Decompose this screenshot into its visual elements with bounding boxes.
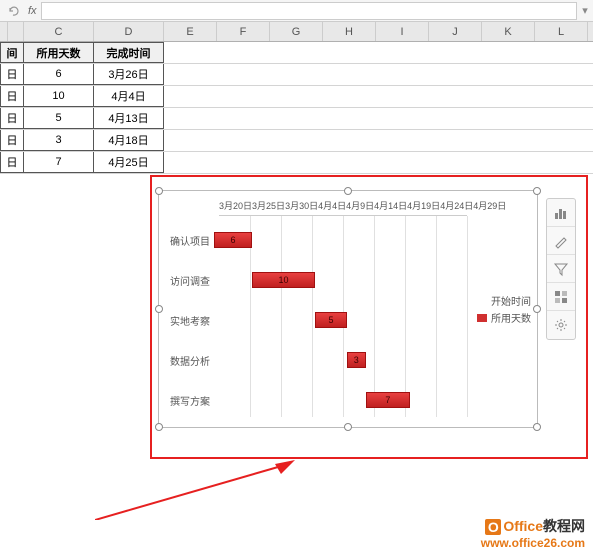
col-header-j[interactable]: J [429,22,482,41]
chart-row: 撰写方案 7 [164,382,467,418]
col-header-k[interactable]: K [482,22,535,41]
chart-type-icon[interactable] [547,283,575,311]
col-header-g[interactable]: G [270,22,323,41]
chart-legend[interactable]: 开始时间 所用天数 [477,291,531,327]
chart-bar[interactable]: 5 [315,312,347,328]
col-header-l[interactable]: L [535,22,588,41]
table-row: 日 3 4月18日 [0,130,593,152]
chart-bar[interactable]: 3 [347,352,366,368]
col-header-e[interactable]: E [164,22,217,41]
undo-icon[interactable] [4,2,22,20]
chart-element-icon[interactable] [547,199,575,227]
spreadsheet-grid[interactable]: C D E F G H I J K L 间 所用天数 完成时间 日 6 3月26… [0,22,593,174]
chart-row: 访问调查 10 [164,262,467,298]
gantt-chart[interactable]: 3月20日 3月25日 3月30日 4月4日 4月9日 4月14日 4月19日 … [158,190,538,428]
col-header-h[interactable]: H [323,22,376,41]
brush-icon[interactable] [547,227,575,255]
fx-label: fx [28,5,37,17]
chart-row: 数据分析 3 [164,342,467,378]
plot-area: 确认项目 6 访问调查 10 实地考察 5 数据分析 3 撰写方案 7 [219,215,467,417]
chart-row: 实地考察 5 [164,302,467,338]
table-header-row: 间 所用天数 完成时间 [0,42,593,64]
table-row: 日 7 4月25日 [0,152,593,174]
watermark: OOffice教程网 www.office26.com [481,516,585,550]
column-headers: C D E F G H I J K L [0,22,593,42]
chart-bar[interactable]: 6 [214,232,252,248]
chart-bar[interactable]: 10 [252,272,315,288]
chart-tools-panel [546,198,576,340]
col-header-i[interactable]: I [376,22,429,41]
col-header-c[interactable]: C [24,22,94,41]
table-row: 日 5 4月13日 [0,108,593,130]
expand-formula-icon[interactable]: ▾ [577,4,593,17]
col-header-f[interactable]: F [217,22,270,41]
col-header-d[interactable]: D [94,22,164,41]
formula-input[interactable] [41,2,577,20]
legend-swatch [477,314,487,322]
settings-icon[interactable] [547,311,575,339]
logo-icon: O [485,519,501,535]
chart-bar[interactable]: 7 [366,392,410,408]
header-d[interactable]: 完成时间 [94,42,164,63]
table-row: 日 10 4月4日 [0,86,593,108]
data-rows: 间 所用天数 完成时间 日 6 3月26日 日 10 4月4日 日 5 4月13… [0,42,593,174]
formula-bar: fx ▾ [0,0,593,22]
filter-icon[interactable] [547,255,575,283]
header-b[interactable]: 间 [0,42,24,63]
table-row: 日 6 3月26日 [0,64,593,86]
x-axis-labels: 3月20日 3月25日 3月30日 4月4日 4月9日 4月14日 4月19日 … [219,199,467,212]
annotation-arrow [95,460,295,520]
chart-plot-area: 3月20日 3月25日 3月30日 4月4日 4月9日 4月14日 4月19日 … [159,191,537,427]
header-c[interactable]: 所用天数 [24,42,94,63]
chart-row: 确认项目 6 [164,222,467,258]
